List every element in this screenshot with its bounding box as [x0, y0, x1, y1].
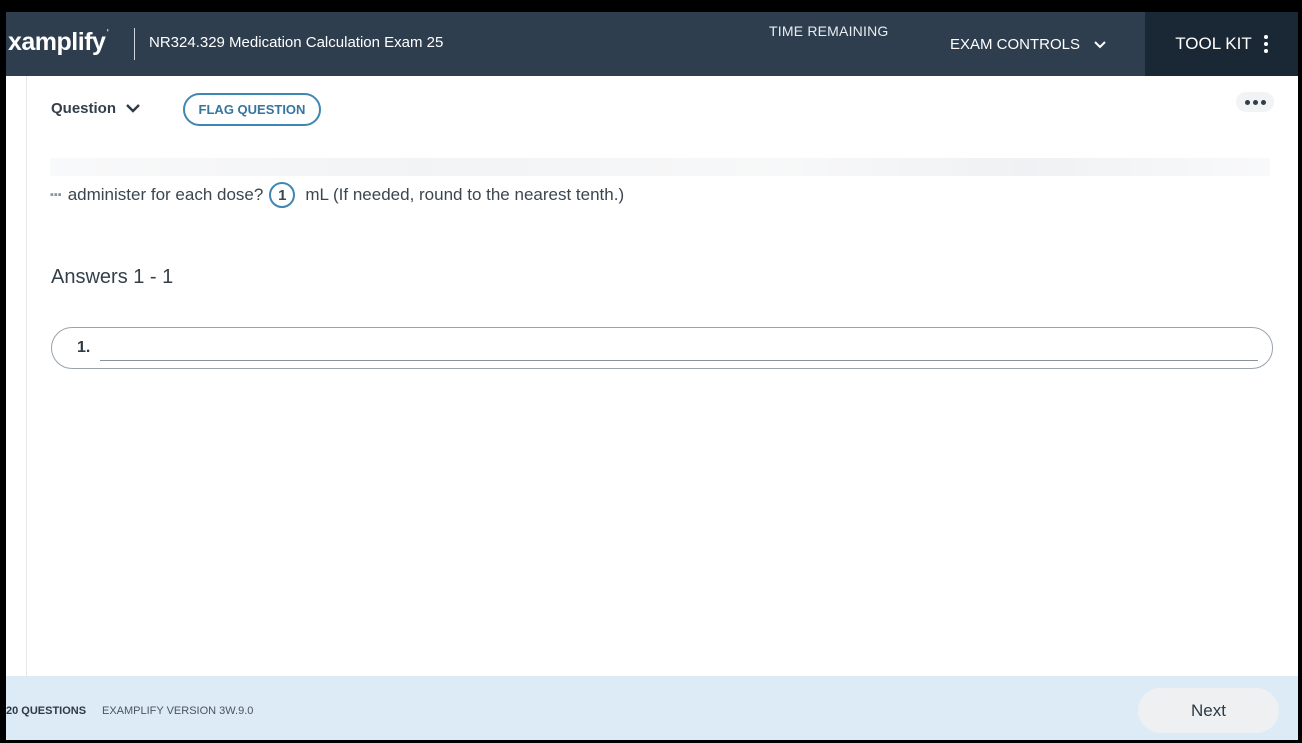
exam-controls-menu[interactable]: EXAM CONTROLS — [936, 12, 1120, 76]
app-version: EXAMPLIFY VERSION 3W.9.0 — [102, 705, 254, 717]
question-count: 20 QUESTIONS — [6, 705, 87, 717]
question-text-before: administer for each dose? — [67, 185, 264, 204]
exam-window: xamplify' NR324.329 Medication Calculati… — [6, 12, 1298, 740]
toolkit-button[interactable]: TOOL KIT — [1145, 12, 1298, 76]
header-divider — [134, 28, 135, 60]
question-text-blurred — [50, 158, 1270, 176]
chevron-down-icon — [1094, 36, 1106, 53]
logo-mark: ' — [106, 28, 109, 39]
chevron-down-icon — [126, 100, 140, 117]
exam-title: NR324.329 Medication Calculation Exam 25 — [149, 34, 444, 51]
question-selector-label: Question — [51, 100, 117, 117]
time-remaining-label: TIME REMAINING — [769, 23, 889, 39]
logo-text: xamplify — [8, 28, 106, 56]
next-button[interactable]: Next — [1138, 688, 1279, 733]
top-header: xamplify' NR324.329 Medication Calculati… — [6, 12, 1298, 76]
toolkit-label: TOOL KIT — [1175, 34, 1252, 53]
kebab-menu-icon — [1263, 35, 1268, 53]
answer-input[interactable] — [100, 336, 1258, 361]
exam-controls-label: EXAM CONTROLS — [950, 35, 1081, 53]
question-selector[interactable]: Question — [51, 100, 140, 117]
answer-row: 1. — [51, 327, 1273, 369]
question-text-after: mL (If needed, round to the nearest tent… — [305, 185, 625, 204]
bottom-footer: 20 QUESTIONS EXAMPLIFY VERSION 3W.9.0 Ne… — [6, 676, 1298, 740]
question-text: ▪▪▪ administer for each dose? 1 mL (If n… — [50, 182, 624, 208]
answer-blank-marker: 1 — [269, 182, 296, 208]
examplify-logo: xamplify' — [8, 28, 109, 57]
question-prefix-blurred: ▪▪▪ — [50, 189, 62, 201]
answer-label: 1. — [77, 339, 91, 356]
flag-question-button[interactable]: FLAG QUESTION — [183, 93, 321, 126]
answers-heading: Answers 1 - 1 — [51, 266, 174, 288]
more-options-icon[interactable] — [1236, 92, 1274, 112]
left-scroll-strip — [6, 76, 27, 676]
